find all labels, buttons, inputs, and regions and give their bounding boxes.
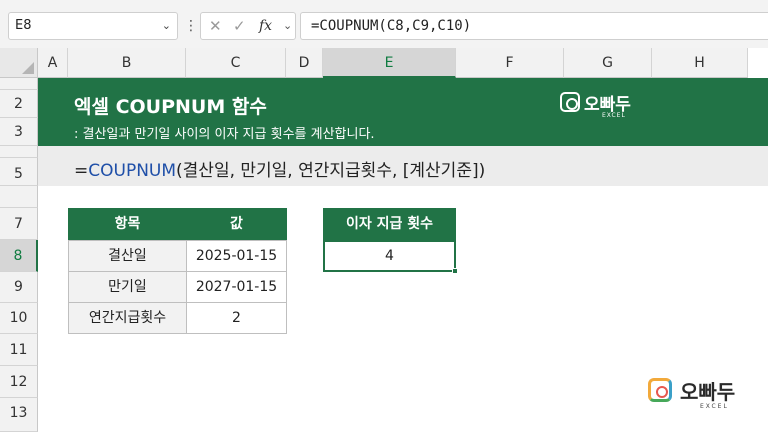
column-header-f[interactable]: F [456,48,564,78]
logo-icon [560,92,580,112]
column-header-g[interactable]: G [564,48,652,78]
row-header-13[interactable]: 13 [0,398,38,432]
name-box[interactable]: E8 ⌄ [8,12,178,40]
insert-function-button[interactable]: fx [259,13,272,39]
footer-logo-subtext: EXCEL [700,403,729,410]
column-header-e[interactable]: E [323,48,456,78]
logo-icon [648,378,672,402]
row-header-6[interactable] [0,186,38,208]
result-header[interactable]: 이자 지급 횟수 [323,208,456,240]
footer-logo: 오빠두 EXCEL [648,376,758,416]
chevron-down-icon[interactable]: ⌄ [283,13,292,39]
result-cell-e8[interactable]: 4 [323,240,456,272]
row-header-8[interactable]: 8 [0,240,38,272]
formula-buttons: ✕ ✓ fx ⌄ [200,12,296,40]
table-header-item[interactable]: 항목 [68,208,187,240]
select-all-corner[interactable] [0,48,38,78]
syntax-row: =COUPNUM(결산일, 만기일, 연간지급횟수, [계산기준]) [38,146,768,186]
row-header-12[interactable]: 12 [0,366,38,398]
row-header-2[interactable]: 2 [0,90,38,118]
row-header-11[interactable]: 11 [0,334,38,366]
cancel-icon[interactable]: ✕ [209,13,222,39]
table-row-label[interactable]: 만기일 [68,271,187,303]
row-header-5[interactable]: 5 [0,158,38,186]
row-header-7[interactable]: 7 [0,208,38,240]
table-header-value[interactable]: 값 [186,208,287,240]
column-header-d[interactable]: D [286,48,323,78]
chevron-down-icon[interactable]: ⌄ [162,13,171,39]
function-syntax: =COUPNUM(결산일, 만기일, 연간지급횟수, [계산기준]) [74,156,485,181]
table-row-value[interactable]: 2 [186,302,287,334]
more-options-icon[interactable]: ⋮ [184,14,198,38]
formula-bar: E8 ⌄ ⋮ ✕ ✓ fx ⌄ =COUPNUM(C8,C9,C10) [0,0,768,48]
table-row-label[interactable]: 결산일 [68,240,187,272]
row-header-1[interactable] [0,78,38,90]
footer-logo-text: 오빠두 [680,380,736,404]
brand-logo: 오빠두 EXCEL [560,90,650,124]
column-header-b[interactable]: B [68,48,186,78]
column-header-c[interactable]: C [186,48,286,78]
column-header-h[interactable]: H [652,48,748,78]
row-header-3[interactable]: 3 [0,118,38,146]
table-row-value[interactable]: 2025-01-15 [186,240,287,272]
row-header-9[interactable]: 9 [0,272,38,303]
check-icon[interactable]: ✓ [233,13,246,39]
row-header-4[interactable] [0,146,38,158]
syntax-prefix: = [74,161,89,181]
page-title: 엑셀 COUPNUM 함수 [74,96,267,118]
fill-handle[interactable] [452,268,458,274]
column-header-a[interactable]: A [38,48,68,78]
syntax-function-name: COUPNUM [88,161,177,181]
logo-subtext: EXCEL [602,112,626,119]
table-row-label[interactable]: 연간지급횟수 [68,302,187,334]
table-row-value[interactable]: 2027-01-15 [186,271,287,303]
name-box-value: E8 [15,18,32,33]
title-banner: 엑셀 COUPNUM 함수 : 결산일과 만기일 사이의 이자 지급 횟수를 계… [38,78,768,146]
row-header-10[interactable]: 10 [0,303,38,334]
formula-input[interactable]: =COUPNUM(C8,C9,C10) [300,12,768,40]
syntax-arguments: (결산일, 만기일, 연간지급횟수, [계산기준]) [176,161,486,181]
page-subtitle: : 결산일과 만기일 사이의 이자 지급 횟수를 계산합니다. [74,127,375,142]
